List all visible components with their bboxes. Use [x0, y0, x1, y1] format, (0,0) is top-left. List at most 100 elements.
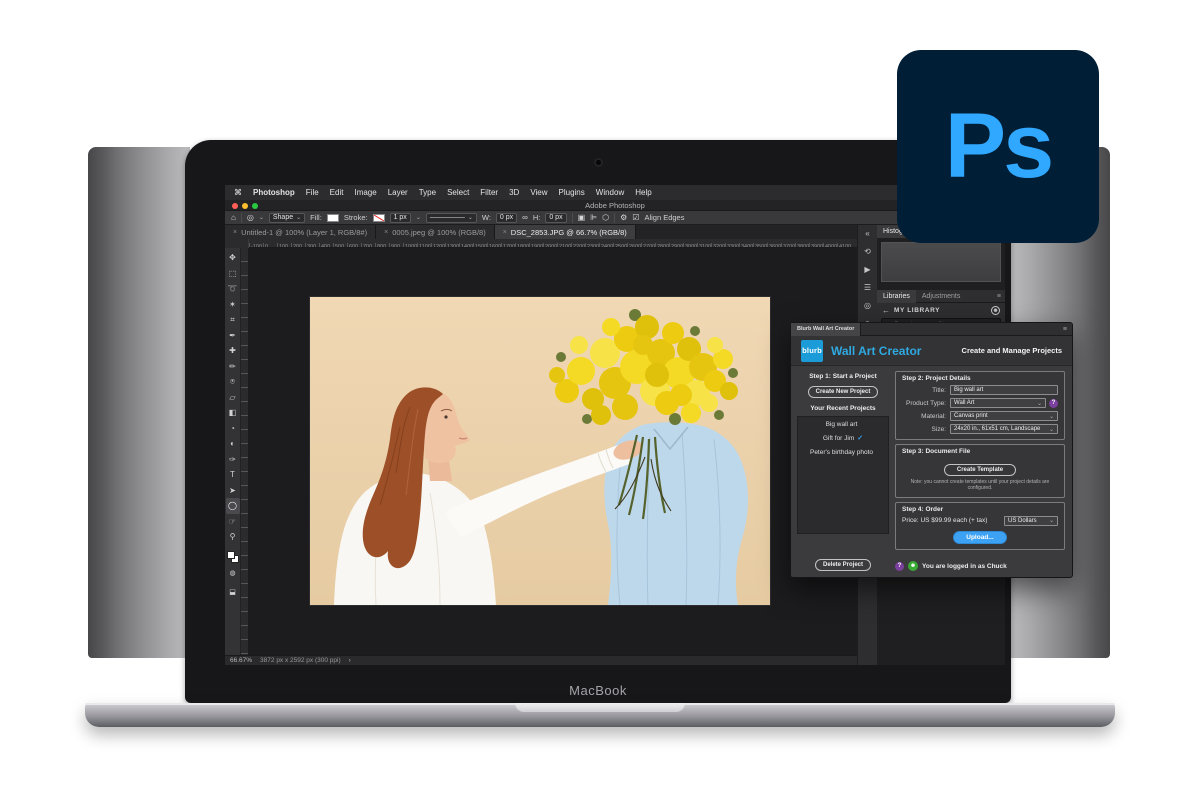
menu-item[interactable]: Edit: [330, 188, 344, 197]
home-icon[interactable]: ⌂: [231, 213, 236, 222]
back-arrow-icon[interactable]: ←: [882, 306, 890, 315]
eraser-tool-icon[interactable]: ▱: [226, 390, 240, 406]
healing-brush-tool-icon[interactable]: ✚: [226, 343, 240, 359]
quick-mask-icon[interactable]: ◍: [226, 566, 240, 582]
recent-project-item[interactable]: Peter's birthday photo: [798, 445, 888, 459]
upload-button[interactable]: Upload...: [953, 531, 1006, 544]
brush-tool-icon[interactable]: ✏: [226, 359, 240, 375]
product-type-select[interactable]: Wall Art ⌄: [950, 398, 1046, 408]
shape-mode-select[interactable]: Shape ⌄: [269, 213, 305, 223]
menu-item[interactable]: Help: [635, 188, 651, 197]
delete-project-button[interactable]: Delete Project: [815, 559, 871, 571]
document-canvas[interactable]: [249, 248, 857, 655]
hand-tool-icon[interactable]: ☞: [226, 514, 240, 530]
create-new-project-button[interactable]: Create New Project: [808, 386, 879, 398]
align-edges-checkbox[interactable]: ☑: [632, 213, 639, 222]
path-selection-tool-icon[interactable]: ➤: [226, 483, 240, 499]
move-tool-icon[interactable]: ✥: [226, 250, 240, 266]
help-icon[interactable]: ?: [1049, 399, 1058, 408]
macos-menu-bar: ⌘ Photoshop File Edit Image Layer Type S…: [225, 185, 1005, 200]
help-icon[interactable]: ?: [895, 562, 904, 571]
blurb-window-tab-row: Blurb Wall Art Creator ≡: [791, 323, 1072, 336]
menu-item[interactable]: Plugins: [559, 188, 585, 197]
size-select[interactable]: 24x20 in., 61x51 cm, Landscape ⌄: [950, 424, 1058, 434]
clone-stamp-tool-icon[interactable]: ⍟: [226, 374, 240, 390]
foreground-color-swatch[interactable]: [227, 551, 235, 559]
apple-menu-icon[interactable]: ⌘: [234, 188, 242, 197]
gradient-tool-icon[interactable]: ◧: [226, 405, 240, 421]
magic-wand-tool-icon[interactable]: ✶: [226, 297, 240, 313]
recent-project-item[interactable]: Big wall art: [798, 417, 888, 431]
screen-mode-icon[interactable]: ⬓: [226, 584, 240, 600]
actions-panel-icon[interactable]: ▶: [864, 265, 870, 274]
collapse-panels-icon[interactable]: «: [865, 229, 869, 238]
menu-item[interactable]: Filter: [480, 188, 498, 197]
link-dimensions-icon[interactable]: ∞: [522, 213, 528, 222]
color-swatches[interactable]: [227, 551, 239, 563]
blurb-body: Step 1: Start a Project Create New Proje…: [791, 366, 1072, 577]
chevron-down-icon[interactable]: ⌄: [259, 214, 264, 221]
product-type-label: Product Type:: [902, 400, 946, 407]
tab-adjustments[interactable]: Adjustments: [916, 290, 967, 303]
menu-item[interactable]: File: [306, 188, 319, 197]
adjustments-panel-icon[interactable]: ☰: [864, 283, 871, 292]
create-template-button[interactable]: Create Template: [944, 464, 1016, 476]
template-note: Note: you cannot create templates until …: [902, 479, 1058, 492]
profile-icon[interactable]: ☻: [991, 306, 1000, 315]
panel-menu-icon[interactable]: ≡: [997, 293, 1001, 300]
ruler-tick: 3300: [725, 243, 739, 247]
dodge-tool-icon[interactable]: ◐: [226, 436, 240, 452]
price-label: Price:: [902, 517, 919, 524]
crop-tool-icon[interactable]: ⌗: [226, 312, 240, 328]
shape-height-field[interactable]: 0 px: [545, 213, 566, 223]
stroke-swatch[interactable]: [373, 214, 385, 222]
tab-libraries[interactable]: Libraries: [877, 290, 916, 303]
recent-project-item[interactable]: Gift for Jim ✓: [798, 431, 888, 445]
menu-item[interactable]: Type: [419, 188, 436, 197]
lasso-tool-icon[interactable]: ➰: [226, 281, 240, 297]
pen-tool-icon[interactable]: ✑: [226, 452, 240, 468]
document-tab[interactable]: × Untitled-1 @ 100% (Layer 1, RGB/8#): [225, 225, 376, 239]
project-title-input[interactable]: Big wall art: [950, 385, 1058, 395]
blurb-window-tab[interactable]: Blurb Wall Art Creator: [791, 323, 861, 336]
type-tool-icon[interactable]: T: [226, 467, 240, 483]
menu-item[interactable]: Layer: [388, 188, 408, 197]
menu-item[interactable]: Image: [354, 188, 376, 197]
close-icon[interactable]: ×: [384, 229, 388, 236]
shape-width-field[interactable]: 0 px: [496, 213, 517, 223]
gear-icon[interactable]: ⚙: [620, 213, 627, 222]
menu-item[interactable]: Select: [447, 188, 469, 197]
document-tab[interactable]: × 0005.jpeg @ 100% (RGB/8): [376, 225, 495, 239]
ellipse-shape-tool-icon[interactable]: ◯: [226, 498, 240, 514]
menu-item[interactable]: Photoshop: [253, 188, 295, 197]
path-arrangement-icon[interactable]: ⬡: [602, 213, 609, 222]
path-alignment-icon[interactable]: ⊫: [590, 213, 597, 222]
stroke-width-field[interactable]: 1 px: [390, 213, 411, 223]
ruler-tick: 1300: [445, 243, 459, 247]
zoom-level[interactable]: 66.67%: [230, 657, 252, 664]
material-select[interactable]: Canvas print ⌄: [950, 411, 1058, 421]
status-menu-chevron[interactable]: ›: [349, 657, 351, 664]
path-operations-icon[interactable]: ▣: [578, 213, 586, 222]
chevron-down-icon[interactable]: ⌄: [416, 214, 421, 221]
blur-tool-icon[interactable]: ◔: [226, 421, 240, 437]
currency-select[interactable]: US Dollars ⌄: [1004, 516, 1058, 526]
fill-swatch[interactable]: [327, 214, 339, 222]
marquee-tool-icon[interactable]: ⬚: [226, 266, 240, 282]
ruler-tick: 2400: [599, 243, 613, 247]
zoom-tool-icon[interactable]: ⚲: [226, 529, 240, 545]
menu-item[interactable]: View: [530, 188, 547, 197]
tool-preset-icon[interactable]: ◎: [247, 213, 254, 222]
eyedropper-tool-icon[interactable]: ✒: [226, 328, 240, 344]
menu-item[interactable]: 3D: [509, 188, 519, 197]
ruler-tick: 1800: [515, 243, 529, 247]
info-panel-icon[interactable]: ◎: [864, 301, 871, 310]
document-tab[interactable]: × DSC_2853.JPG @ 66.7% (RGB/8): [495, 225, 636, 239]
close-icon[interactable]: ×: [233, 229, 237, 236]
close-icon[interactable]: ×: [503, 229, 507, 236]
panel-menu-icon[interactable]: ≡: [1063, 326, 1067, 333]
ruler-tick: 2600: [627, 243, 641, 247]
history-panel-icon[interactable]: ⟲: [864, 247, 871, 256]
menu-item[interactable]: Window: [596, 188, 624, 197]
stroke-style-select[interactable]: ————— ⌄: [426, 213, 477, 223]
